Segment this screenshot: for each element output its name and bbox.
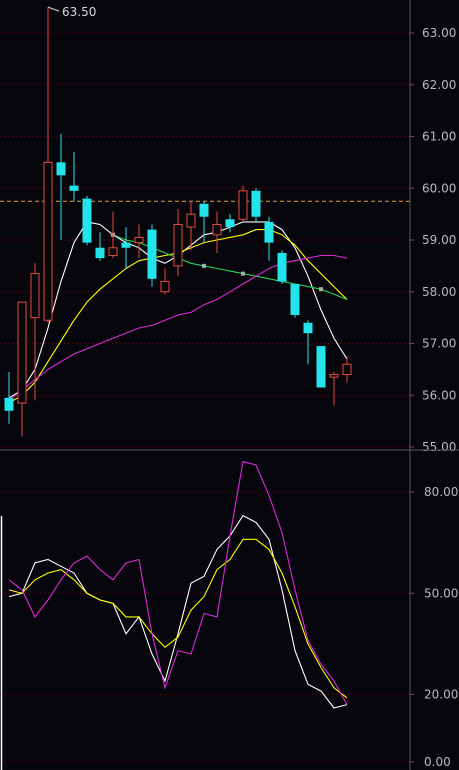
osc-tick-label: 0.00 [424, 755, 451, 769]
candle-body-down [264, 221, 274, 243]
price-tick-label: 58.00 [422, 285, 456, 299]
price-tick-label: 63.00 [422, 26, 456, 40]
candle-body-up [173, 223, 183, 267]
ma-marker [319, 287, 323, 292]
candle-body-down [251, 190, 261, 217]
candle-body-down [147, 229, 157, 279]
candle-body-up [342, 363, 352, 376]
candle-body-down [316, 346, 326, 388]
candle-body-down [121, 242, 131, 248]
candle [277, 250, 287, 284]
candle-body-up [43, 161, 53, 321]
candle-body-up [134, 236, 144, 244]
candle-body-down [82, 198, 92, 243]
ma-marker [241, 271, 245, 276]
candle-body-down [303, 322, 313, 334]
price-tick-label: 62.00 [422, 78, 456, 92]
ma-marker [202, 263, 206, 268]
candle [82, 196, 92, 246]
candle [316, 346, 326, 388]
candle-body-up [186, 213, 196, 228]
price-tick-label: 56.00 [422, 388, 456, 402]
candle-body-down [277, 252, 287, 282]
osc-tick-label: 20.00 [424, 688, 458, 702]
candle-body-down [95, 247, 105, 259]
candle-body-down [225, 219, 235, 228]
candle-body-up [17, 301, 27, 404]
candle-body-up [160, 280, 170, 293]
candle-body-up [238, 190, 248, 220]
price-tick-label: 59.00 [422, 233, 456, 247]
price-tick-label: 61.00 [422, 130, 456, 144]
candle [147, 224, 157, 287]
candle-body-up [108, 247, 118, 257]
candle-body-down [290, 283, 300, 316]
chart-background [0, 0, 459, 770]
price-tick-label: 57.00 [422, 337, 456, 351]
candle-body-down [4, 397, 14, 411]
price-tick-label: 55.00 [422, 440, 456, 454]
candle-body-down [69, 185, 79, 191]
peak-price-label: 63.50 [62, 5, 96, 19]
stock-chart: 63.50 63.00 62.00 61.00 60.00 59.00 58.00 57.0… [0, 0, 459, 770]
candle-body-up [329, 374, 339, 378]
candle-body-down [56, 162, 66, 176]
osc-tick-label: 80.00 [424, 485, 458, 499]
candle-body-up [30, 273, 40, 319]
osc-tick-label: 50.00 [424, 586, 458, 600]
candle-body-up [212, 223, 222, 236]
candle [238, 185, 248, 222]
candle [290, 283, 300, 318]
price-tick-label: 60.00 [422, 181, 456, 195]
candle-body-down [199, 203, 209, 217]
